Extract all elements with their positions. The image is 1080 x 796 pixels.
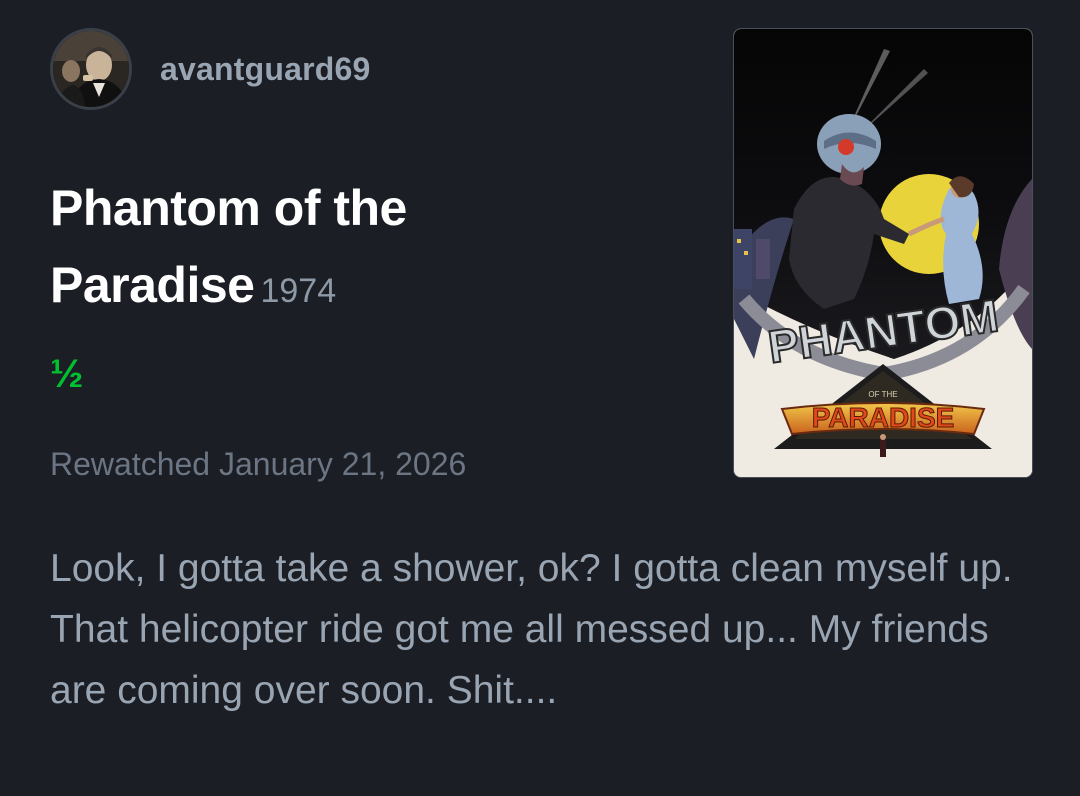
avatar-image [53,31,129,107]
avatar[interactable] [50,28,132,110]
film-title[interactable]: Phantom of the Paradise [50,180,407,313]
review-card: avantguard69 Phantom of the Paradise 1974… [0,0,1080,796]
film-poster[interactable]: PHANTOM PARADISE OF THE [733,28,1033,478]
username[interactable]: avantguard69 [160,51,370,88]
review-text: Look, I gotta take a shower, ok? I gotta… [50,547,1013,712]
watched-date: Rewatched January 21, 2026 [50,446,467,482]
film-heading: Phantom of the Paradise 1974 [50,176,610,330]
star-rating: ½ [50,352,84,396]
poster-image: PHANTOM PARADISE OF THE [734,29,1032,477]
review-header: avantguard69 [50,28,370,110]
film-year[interactable]: 1974 [260,272,336,310]
poster-title-small: OF THE [868,390,897,399]
poster-title-line2: PARADISE [812,402,955,433]
